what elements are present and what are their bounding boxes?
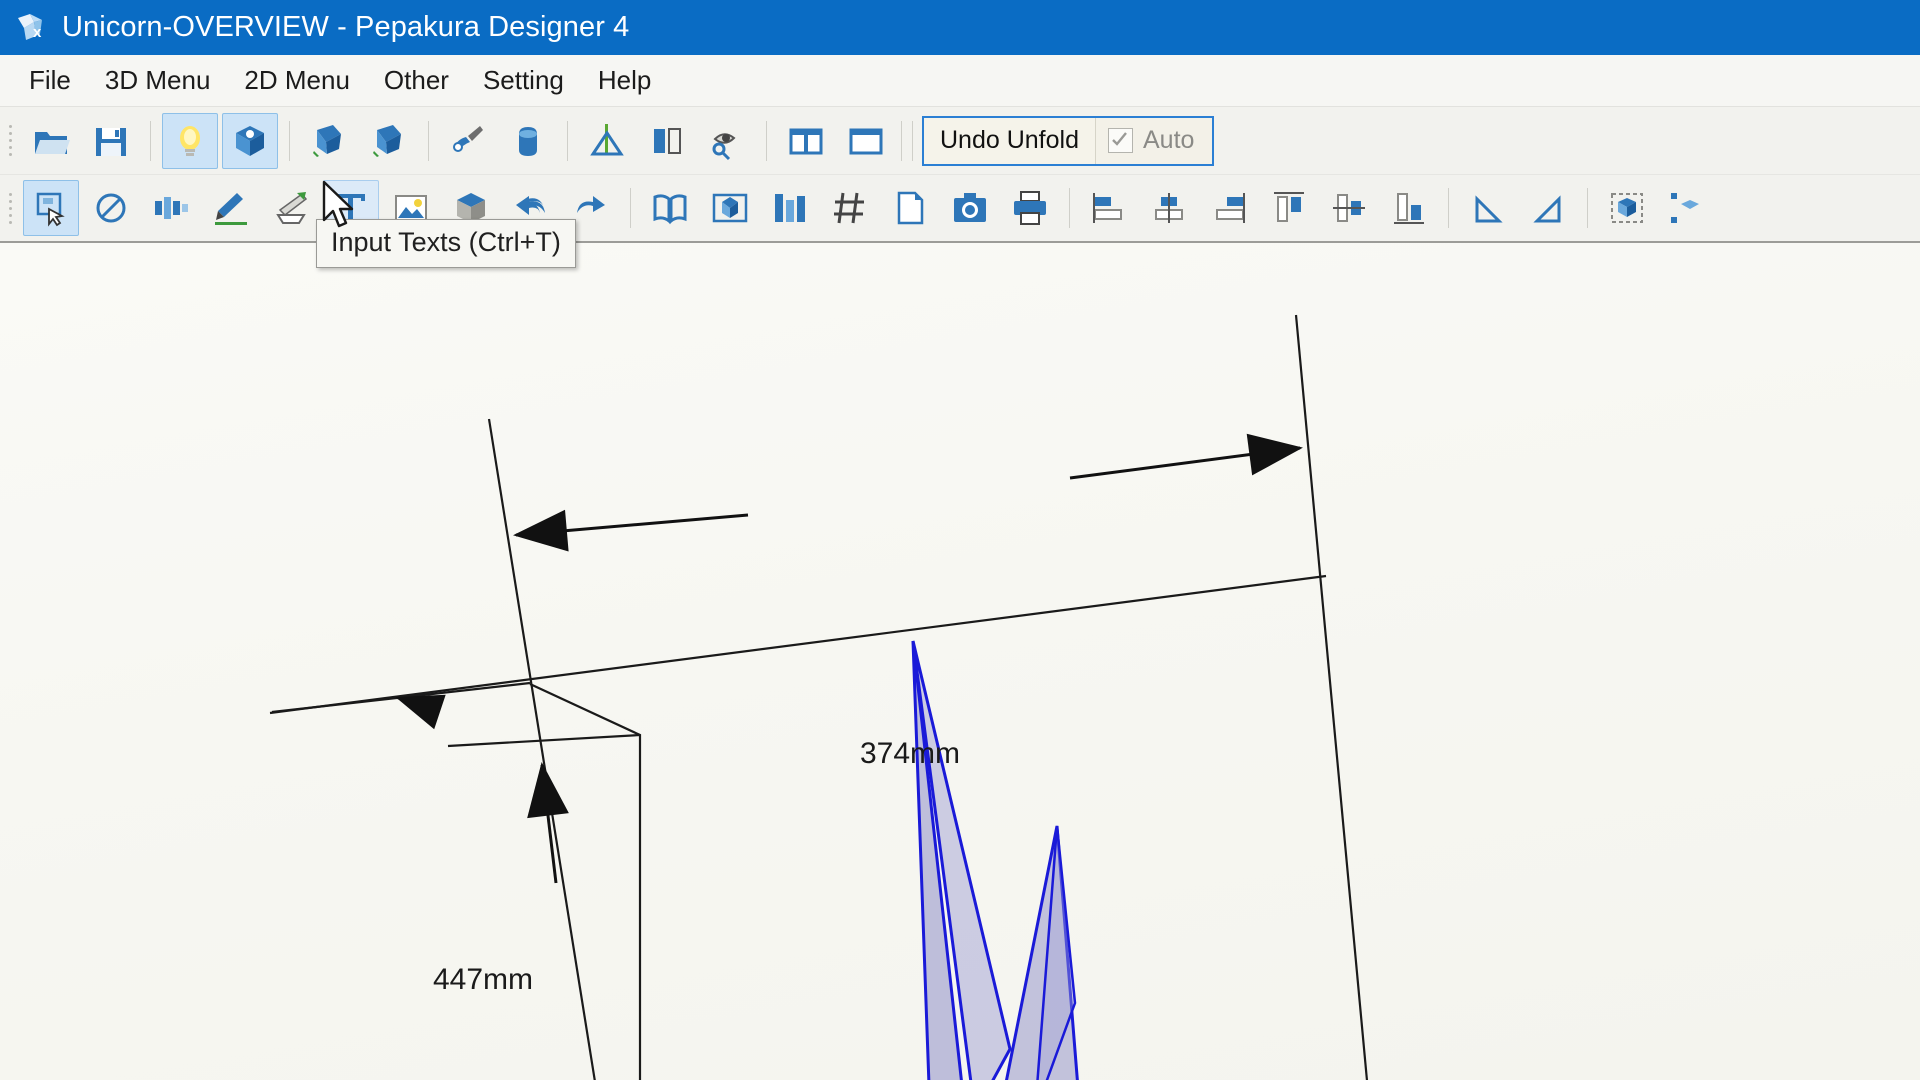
- ungroup-icon[interactable]: [1659, 180, 1715, 236]
- undo-unfold-button[interactable]: Undo Unfold: [924, 118, 1096, 164]
- dimension-label-447mm: 447mm: [433, 963, 533, 997]
- align-top-icon[interactable]: [1261, 180, 1317, 236]
- camera-icon[interactable]: [942, 180, 998, 236]
- single-view-icon[interactable]: [838, 113, 894, 169]
- pepakura-app-icon: x: [14, 10, 50, 46]
- edit-line-icon[interactable]: [203, 180, 259, 236]
- toolbar-grip[interactable]: [5, 121, 15, 161]
- main-toolbar: Undo Unfold Auto: [0, 107, 1920, 175]
- menu-help[interactable]: Help: [581, 61, 668, 100]
- toolbar-grip[interactable]: [5, 188, 15, 228]
- toolbar-separator: [567, 121, 568, 161]
- menu-setting[interactable]: Setting: [466, 61, 581, 100]
- light-bulb-icon[interactable]: [162, 113, 218, 169]
- texture-paint-icon[interactable]: [222, 113, 278, 169]
- open-book-icon[interactable]: [642, 180, 698, 236]
- title-bar: x Unicorn-OVERVIEW - Pepakura Designer 4: [0, 0, 1920, 55]
- toolbar-separator: [289, 121, 290, 161]
- fit-to-page-icon[interactable]: [702, 180, 758, 236]
- toolbar-separator: [901, 121, 902, 161]
- rotate-part-icon[interactable]: [83, 180, 139, 236]
- toolbar-separator: [1069, 188, 1070, 228]
- join-face-icon[interactable]: [500, 113, 556, 169]
- design-canvas[interactable]: 374mm 447mm: [0, 243, 1920, 1080]
- toolbar-separator: [150, 121, 151, 161]
- auto-checkbox-group[interactable]: Auto: [1096, 118, 1212, 164]
- menu-file[interactable]: File: [12, 61, 88, 100]
- toolbar-separator: [630, 188, 631, 228]
- flap-tool-icon[interactable]: [263, 180, 319, 236]
- new-page-icon[interactable]: [882, 180, 938, 236]
- unfold-drawing: [0, 243, 1920, 1080]
- svg-text:x: x: [33, 24, 42, 41]
- toolbar-separator: [766, 121, 767, 161]
- inspect-icon[interactable]: [699, 113, 755, 169]
- flatten-icon[interactable]: [579, 113, 635, 169]
- toolbar-separator: [428, 121, 429, 161]
- toolbar-separator: [912, 121, 913, 161]
- application-window: x Unicorn-OVERVIEW - Pepakura Designer 4…: [0, 0, 1920, 1080]
- menu-2d-menu[interactable]: 2D Menu: [227, 61, 367, 100]
- page-layout-icon[interactable]: [762, 180, 818, 236]
- select-tool-icon[interactable]: [23, 180, 79, 236]
- auto-checkbox-label: Auto: [1143, 126, 1194, 155]
- toolbar-separator: [1587, 188, 1588, 228]
- move-part-icon[interactable]: [143, 180, 199, 236]
- undo-unfold-group: Undo Unfold Auto: [922, 116, 1214, 166]
- align-center-icon[interactable]: [1141, 180, 1197, 236]
- rotate-right-icon[interactable]: [1520, 180, 1576, 236]
- unfold-model-icon[interactable]: [301, 113, 357, 169]
- align-right-icon[interactable]: [1201, 180, 1257, 236]
- align-middle-icon[interactable]: [1321, 180, 1377, 236]
- menu-3d-menu[interactable]: 3D Menu: [88, 61, 228, 100]
- dimension-label-374mm: 374mm: [860, 737, 960, 771]
- page-number-icon[interactable]: [822, 180, 878, 236]
- menu-other[interactable]: Other: [367, 61, 466, 100]
- align-left-icon[interactable]: [1081, 180, 1137, 236]
- group-icon[interactable]: [1599, 180, 1655, 236]
- window-title: Unicorn-OVERVIEW - Pepakura Designer 4: [62, 11, 629, 44]
- rotate-left-icon[interactable]: [1460, 180, 1516, 236]
- menu-bar: File 3D Menu 2D Menu Other Setting Help: [0, 55, 1920, 107]
- tooltip-input-texts: Input Texts (Ctrl+T): [316, 219, 576, 268]
- split-view-icon[interactable]: [778, 113, 834, 169]
- save-file-icon[interactable]: [83, 113, 139, 169]
- divide-icon[interactable]: [639, 113, 695, 169]
- open-file-icon[interactable]: [23, 113, 79, 169]
- edit-toolbar: [0, 175, 1920, 243]
- auto-checkbox[interactable]: [1108, 128, 1133, 153]
- toolbar-separator: [1448, 188, 1449, 228]
- print-icon[interactable]: [1002, 180, 1058, 236]
- cut-edge-icon[interactable]: [440, 113, 496, 169]
- unfold-model-alt-icon[interactable]: [361, 113, 417, 169]
- align-bottom-icon[interactable]: [1381, 180, 1437, 236]
